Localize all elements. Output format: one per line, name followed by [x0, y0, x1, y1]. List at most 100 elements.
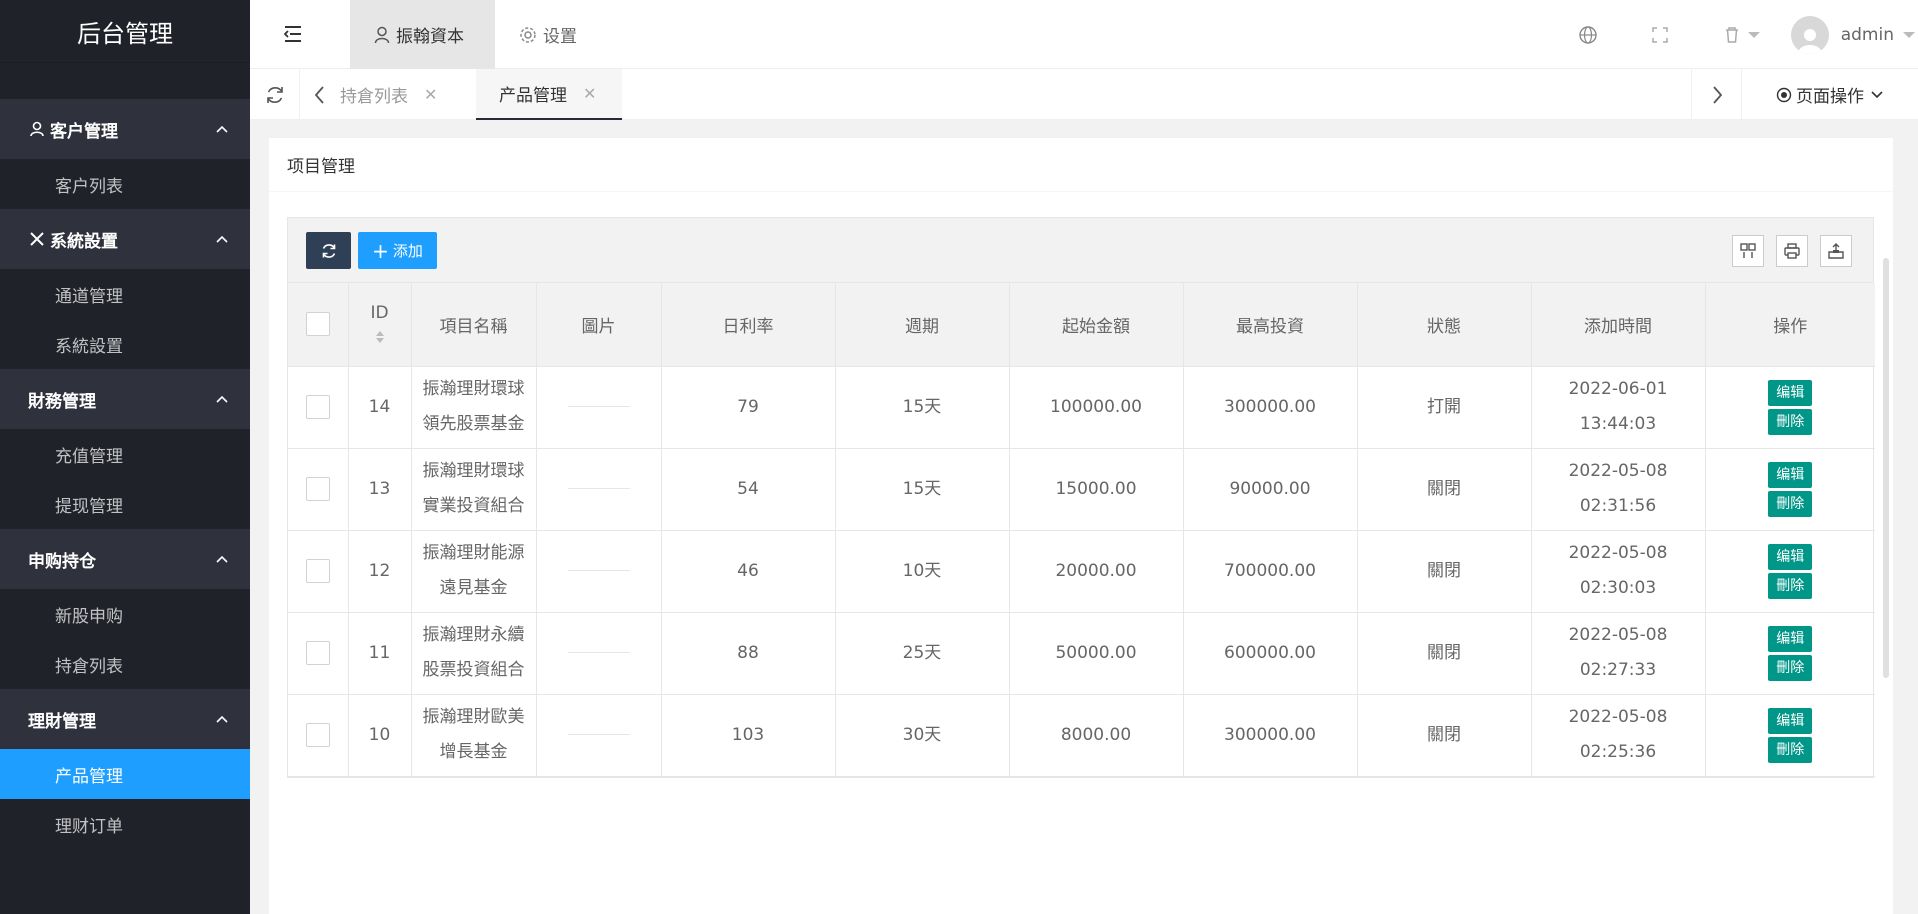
- sidebar-item-holdings[interactable]: 持倉列表: [0, 639, 250, 689]
- sidebar-group-finance[interactable]: 財務管理: [0, 369, 250, 429]
- scroll-left-button[interactable]: [300, 69, 340, 120]
- table-row: 12 振瀚理財能源遠見基金 46 10天 20000.00 700000.00 關閉 2022…: [288, 530, 1875, 613]
- cell-name: 振瀚理財能源遠見基金: [411, 530, 537, 613]
- header-tab-settings[interactable]: 设置: [495, 0, 601, 69]
- cell-id: 13: [348, 448, 412, 531]
- cell-name: 振瀚理財環球實業投資組合: [411, 448, 537, 531]
- sidebar-group-customers[interactable]: 客户管理: [0, 99, 250, 159]
- refresh-tab-button[interactable]: [250, 69, 300, 120]
- cell-id: 11: [348, 612, 412, 695]
- trash-icon[interactable]: [1721, 24, 1743, 46]
- edit-button[interactable]: 编辑: [1768, 625, 1813, 652]
- time-text: 02:31:56: [1579, 496, 1657, 516]
- table-tools: [1720, 235, 1852, 267]
- tab-holdings[interactable]: 持倉列表 ✕: [340, 69, 475, 120]
- sidebar-item-ipo[interactable]: 新股申购: [0, 589, 250, 639]
- cell-actions: 编辑 刪除: [1705, 448, 1875, 531]
- cell-rate: 79: [661, 366, 836, 449]
- edit-button[interactable]: 编辑: [1768, 379, 1813, 406]
- caret-down-icon[interactable]: [1902, 30, 1916, 40]
- sidebar-item-withdraw[interactable]: 提现管理: [0, 479, 250, 529]
- delete-button[interactable]: 刪除: [1768, 572, 1813, 599]
- refresh-button[interactable]: [306, 232, 351, 269]
- time-text: 02:25:36: [1579, 742, 1657, 762]
- add-button[interactable]: + 添加: [358, 232, 437, 269]
- cell-date: 2022-05-08 02:25:36: [1531, 694, 1706, 777]
- page-operations-dropdown[interactable]: 页面操作: [1741, 69, 1918, 120]
- fullscreen-icon[interactable]: [1649, 24, 1671, 46]
- menu-toggle-icon[interactable]: [282, 23, 304, 45]
- cell-period: 10天: [835, 530, 1010, 613]
- cell-status: 關閉: [1357, 694, 1532, 777]
- tab-products[interactable]: 产品管理 ✕: [476, 69, 622, 120]
- close-icon[interactable]: ✕: [424, 85, 437, 104]
- export-button[interactable]: [1820, 235, 1852, 267]
- cell-min: 50000.00: [1009, 612, 1184, 695]
- cell-image: [536, 448, 662, 531]
- sidebar-item-partial[interactable]: [0, 63, 250, 99]
- sidebar-item-customer-list[interactable]: 客户列表: [0, 159, 250, 209]
- close-icon[interactable]: ✕: [583, 84, 596, 103]
- caret-down-icon[interactable]: [1747, 30, 1761, 40]
- cell-period: 15天: [835, 366, 1010, 449]
- scrollbar[interactable]: [1883, 258, 1889, 678]
- cell-min: 8000.00: [1009, 694, 1184, 777]
- delete-button[interactable]: 刪除: [1768, 736, 1813, 763]
- cell-status: 關閉: [1357, 448, 1532, 531]
- column-header-min: 起始金額: [1009, 283, 1184, 367]
- cell-min: 15000.00: [1009, 448, 1184, 531]
- user-icon: [28, 120, 46, 138]
- sidebar-group-system[interactable]: 系統設置: [0, 209, 250, 269]
- date-text: 2022-05-08: [1568, 461, 1668, 481]
- edit-button[interactable]: 编辑: [1768, 707, 1813, 734]
- row-checkbox[interactable]: [305, 476, 330, 501]
- sidebar-group-subscription[interactable]: 申购持仓: [0, 529, 250, 589]
- row-checkbox[interactable]: [305, 722, 330, 747]
- cell-date: 2022-05-08 02:30:03: [1531, 530, 1706, 613]
- column-header-max: 最高投資: [1183, 283, 1358, 367]
- sidebar-group-label: 財務管理: [28, 391, 96, 412]
- cell-name: 振瀚理財永續股票投資組合: [411, 612, 537, 695]
- row-checkbox[interactable]: [305, 558, 330, 583]
- scroll-right-button[interactable]: [1691, 69, 1741, 120]
- row-checkbox[interactable]: [305, 640, 330, 665]
- row-checkbox-cell: [288, 612, 349, 695]
- globe-icon[interactable]: [1577, 24, 1599, 46]
- user-name[interactable]: admin: [1841, 25, 1894, 45]
- product-image: [567, 734, 630, 735]
- sidebar-item-products[interactable]: 产品管理: [0, 749, 250, 799]
- table-row: 14 振瀚理財環球領先股票基金 79 15天 100000.00 300000.00 打開 2…: [288, 366, 1875, 449]
- cell-actions: 编辑 刪除: [1705, 612, 1875, 695]
- sort-icon[interactable]: [374, 329, 386, 345]
- edit-button[interactable]: 编辑: [1768, 543, 1813, 570]
- header-tab-label: 振翰資本: [396, 27, 464, 47]
- columns-filter-button[interactable]: [1732, 235, 1764, 267]
- cell-max: 700000.00: [1183, 530, 1358, 613]
- column-header-id[interactable]: ID: [348, 283, 412, 367]
- delete-button[interactable]: 刪除: [1768, 490, 1813, 517]
- cell-min: 20000.00: [1009, 530, 1184, 613]
- sidebar-group-wealth[interactable]: 理財管理: [0, 689, 250, 749]
- avatar[interactable]: [1790, 15, 1829, 54]
- print-button[interactable]: [1776, 235, 1808, 267]
- sidebar-item-channels[interactable]: 通道管理: [0, 269, 250, 319]
- sidebar-item-system-settings[interactable]: 系統設置: [0, 319, 250, 369]
- row-checkbox-cell: [288, 366, 349, 449]
- cell-date: 2022-05-08 02:27:33: [1531, 612, 1706, 695]
- card-title: 项目管理: [269, 138, 1893, 192]
- column-header-date: 添加時間: [1531, 283, 1706, 367]
- export-icon: [1828, 243, 1844, 259]
- user-icon: [374, 26, 390, 43]
- select-all-checkbox[interactable]: [305, 312, 330, 337]
- row-checkbox[interactable]: [305, 394, 330, 419]
- cell-image: [536, 612, 662, 695]
- sidebar-item-orders[interactable]: 理财订单: [0, 799, 250, 849]
- sidebar-item-recharge[interactable]: 充值管理: [0, 429, 250, 479]
- delete-button[interactable]: 刪除: [1768, 408, 1813, 435]
- delete-button[interactable]: 刪除: [1768, 654, 1813, 681]
- date-text: 2022-05-08: [1568, 625, 1668, 645]
- target-icon: [1776, 87, 1792, 102]
- header-tab-company[interactable]: 振翰資本: [350, 0, 495, 69]
- edit-button[interactable]: 编辑: [1768, 461, 1813, 488]
- sidebar-group-label: 理財管理: [28, 711, 96, 732]
